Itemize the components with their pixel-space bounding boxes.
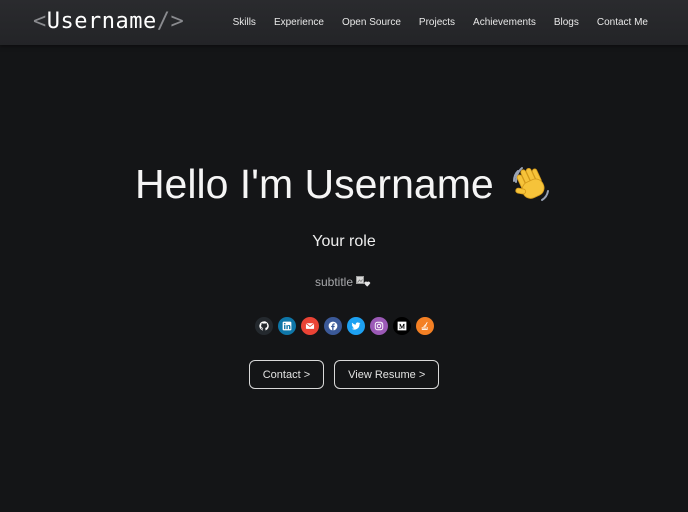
view-resume-button[interactable]: View Resume > (334, 360, 440, 389)
linkedin-icon (282, 321, 291, 331)
facebook-link[interactable] (323, 317, 342, 335)
twitter-icon (351, 322, 360, 330)
nav-item-contact-me[interactable]: Contact Me (597, 17, 648, 28)
logo-name: Username (46, 9, 157, 34)
logo-open-bracket: < (33, 9, 47, 34)
nav-item-open-source[interactable]: Open Source (342, 17, 401, 28)
nav-item-blogs[interactable]: Blogs (554, 17, 579, 28)
gmail-icon (305, 323, 314, 329)
medium-icon (397, 321, 406, 331)
main-nav: Skills Experience Open Source Projects A… (233, 0, 648, 45)
instagram-icon (374, 321, 383, 331)
hero-title-text: Hello I'm Username (134, 161, 494, 207)
github-link[interactable] (254, 317, 273, 335)
contact-button[interactable]: Contact > (248, 360, 325, 389)
logo-close-bracket: /> (156, 9, 185, 34)
waving-hand-icon (509, 162, 553, 206)
stack-overflow-link[interactable] (415, 317, 434, 335)
broken-image-icon (356, 276, 373, 287)
hero-title: Hello I'm Username (0, 160, 688, 208)
stack-overflow-icon (421, 321, 428, 330)
facebook-icon (328, 321, 337, 331)
site-header: <Username/> Skills Experience Open Sourc… (0, 0, 688, 45)
nav-item-projects[interactable]: Projects (419, 17, 455, 28)
social-links (0, 317, 688, 335)
hero-buttons: Contact > View Resume > (0, 360, 688, 389)
nav-item-experience[interactable]: Experience (274, 17, 324, 28)
hero-subtitle: subtitle (314, 275, 354, 289)
linkedin-link[interactable] (277, 317, 296, 335)
twitter-link[interactable] (346, 317, 365, 335)
instagram-link[interactable] (369, 317, 388, 335)
gmail-link[interactable] (300, 317, 319, 335)
github-icon (258, 321, 269, 331)
hero-subtitle-line: subtitle (0, 275, 688, 289)
site-logo[interactable]: <Username/> (33, 8, 184, 36)
nav-item-achievements[interactable]: Achievements (473, 17, 536, 28)
nav-item-skills[interactable]: Skills (233, 17, 256, 28)
hero-role: Your role (312, 233, 376, 250)
medium-link[interactable] (392, 317, 411, 335)
